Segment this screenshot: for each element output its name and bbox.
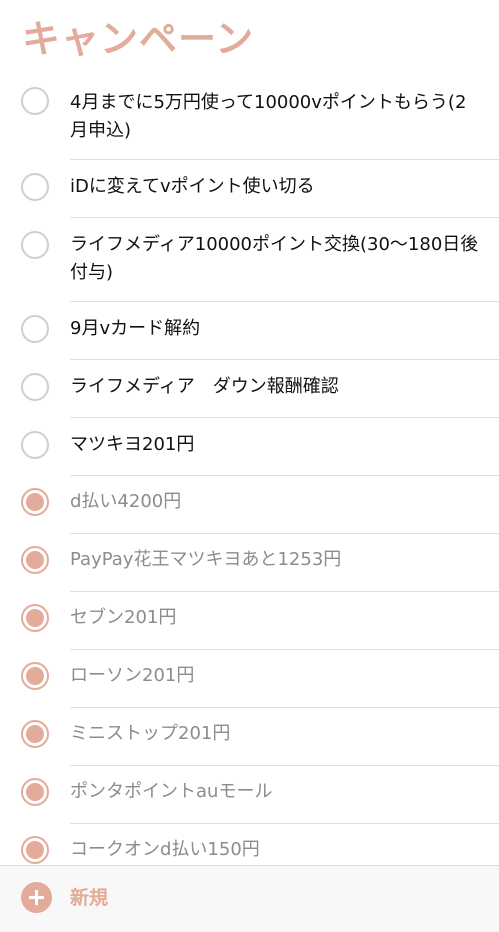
checkbox-circle-icon[interactable] bbox=[21, 431, 49, 459]
new-item-bar[interactable]: 新規 bbox=[0, 865, 499, 932]
item-text: ポンタポイントauモール bbox=[70, 781, 273, 802]
list-item[interactable]: 4月までに5万円使って10000vポイントもらう(2月申込) bbox=[0, 74, 499, 160]
item-text: 4月までに5万円使って10000vポイントもらう(2月申込) bbox=[70, 92, 467, 141]
checkbox-checked-icon[interactable] bbox=[21, 720, 49, 748]
list-item[interactable]: ライフメディア ダウン報酬確認 bbox=[0, 360, 499, 418]
checkbox-circle-icon[interactable] bbox=[21, 87, 49, 115]
item-text: マツキヨ201円 bbox=[70, 434, 195, 455]
item-text: iDに変えてvポイント使い切る bbox=[70, 176, 315, 197]
item-text: ミニストップ201円 bbox=[70, 723, 231, 744]
list-item[interactable]: d払い4200円 bbox=[0, 476, 499, 534]
item-text: ローソン201円 bbox=[70, 665, 195, 686]
list-item[interactable]: PayPay花王マツキヨあと1253円 bbox=[0, 534, 499, 592]
item-text: ライフメディア ダウン報酬確認 bbox=[70, 376, 339, 397]
list-item[interactable]: ミニストップ201円 bbox=[0, 708, 499, 766]
checkbox-checked-icon[interactable] bbox=[21, 662, 49, 690]
list-item[interactable]: iDに変えてvポイント使い切る bbox=[0, 160, 499, 218]
list-item[interactable]: セブン201円 bbox=[0, 592, 499, 650]
reminder-list: 4月までに5万円使って10000vポイントもらう(2月申込) iDに変えてvポイ… bbox=[0, 74, 499, 882]
checkbox-checked-icon[interactable] bbox=[21, 546, 49, 574]
item-text: コークオンd払い150円 bbox=[70, 839, 260, 860]
item-text: セブン201円 bbox=[70, 607, 177, 628]
checkbox-circle-icon[interactable] bbox=[21, 173, 49, 201]
list-item[interactable]: ローソン201円 bbox=[0, 650, 499, 708]
checkbox-checked-icon[interactable] bbox=[21, 604, 49, 632]
item-text: 9月vカード解約 bbox=[70, 318, 201, 339]
plus-circle-icon[interactable] bbox=[21, 882, 52, 913]
item-text: PayPay花王マツキヨあと1253円 bbox=[70, 549, 342, 570]
list-title: キャンペーン bbox=[22, 17, 255, 61]
list-item[interactable]: ポンタポイントauモール bbox=[0, 766, 499, 824]
item-text: ライフメディア10000ポイント交換(30〜180日後付与) bbox=[70, 234, 479, 283]
checkbox-circle-icon[interactable] bbox=[21, 373, 49, 401]
checkbox-checked-icon[interactable] bbox=[21, 778, 49, 806]
new-item-button[interactable]: 新規 bbox=[70, 884, 108, 912]
checkbox-checked-icon[interactable] bbox=[21, 488, 49, 516]
list-item[interactable]: マツキヨ201円 bbox=[0, 418, 499, 476]
list-item[interactable]: 9月vカード解約 bbox=[0, 302, 499, 360]
list-item[interactable]: ライフメディア10000ポイント交換(30〜180日後付与) bbox=[0, 218, 499, 302]
checkbox-circle-icon[interactable] bbox=[21, 315, 49, 343]
checkbox-checked-icon[interactable] bbox=[21, 836, 49, 864]
item-text: d払い4200円 bbox=[70, 491, 182, 512]
checkbox-circle-icon[interactable] bbox=[21, 231, 49, 259]
